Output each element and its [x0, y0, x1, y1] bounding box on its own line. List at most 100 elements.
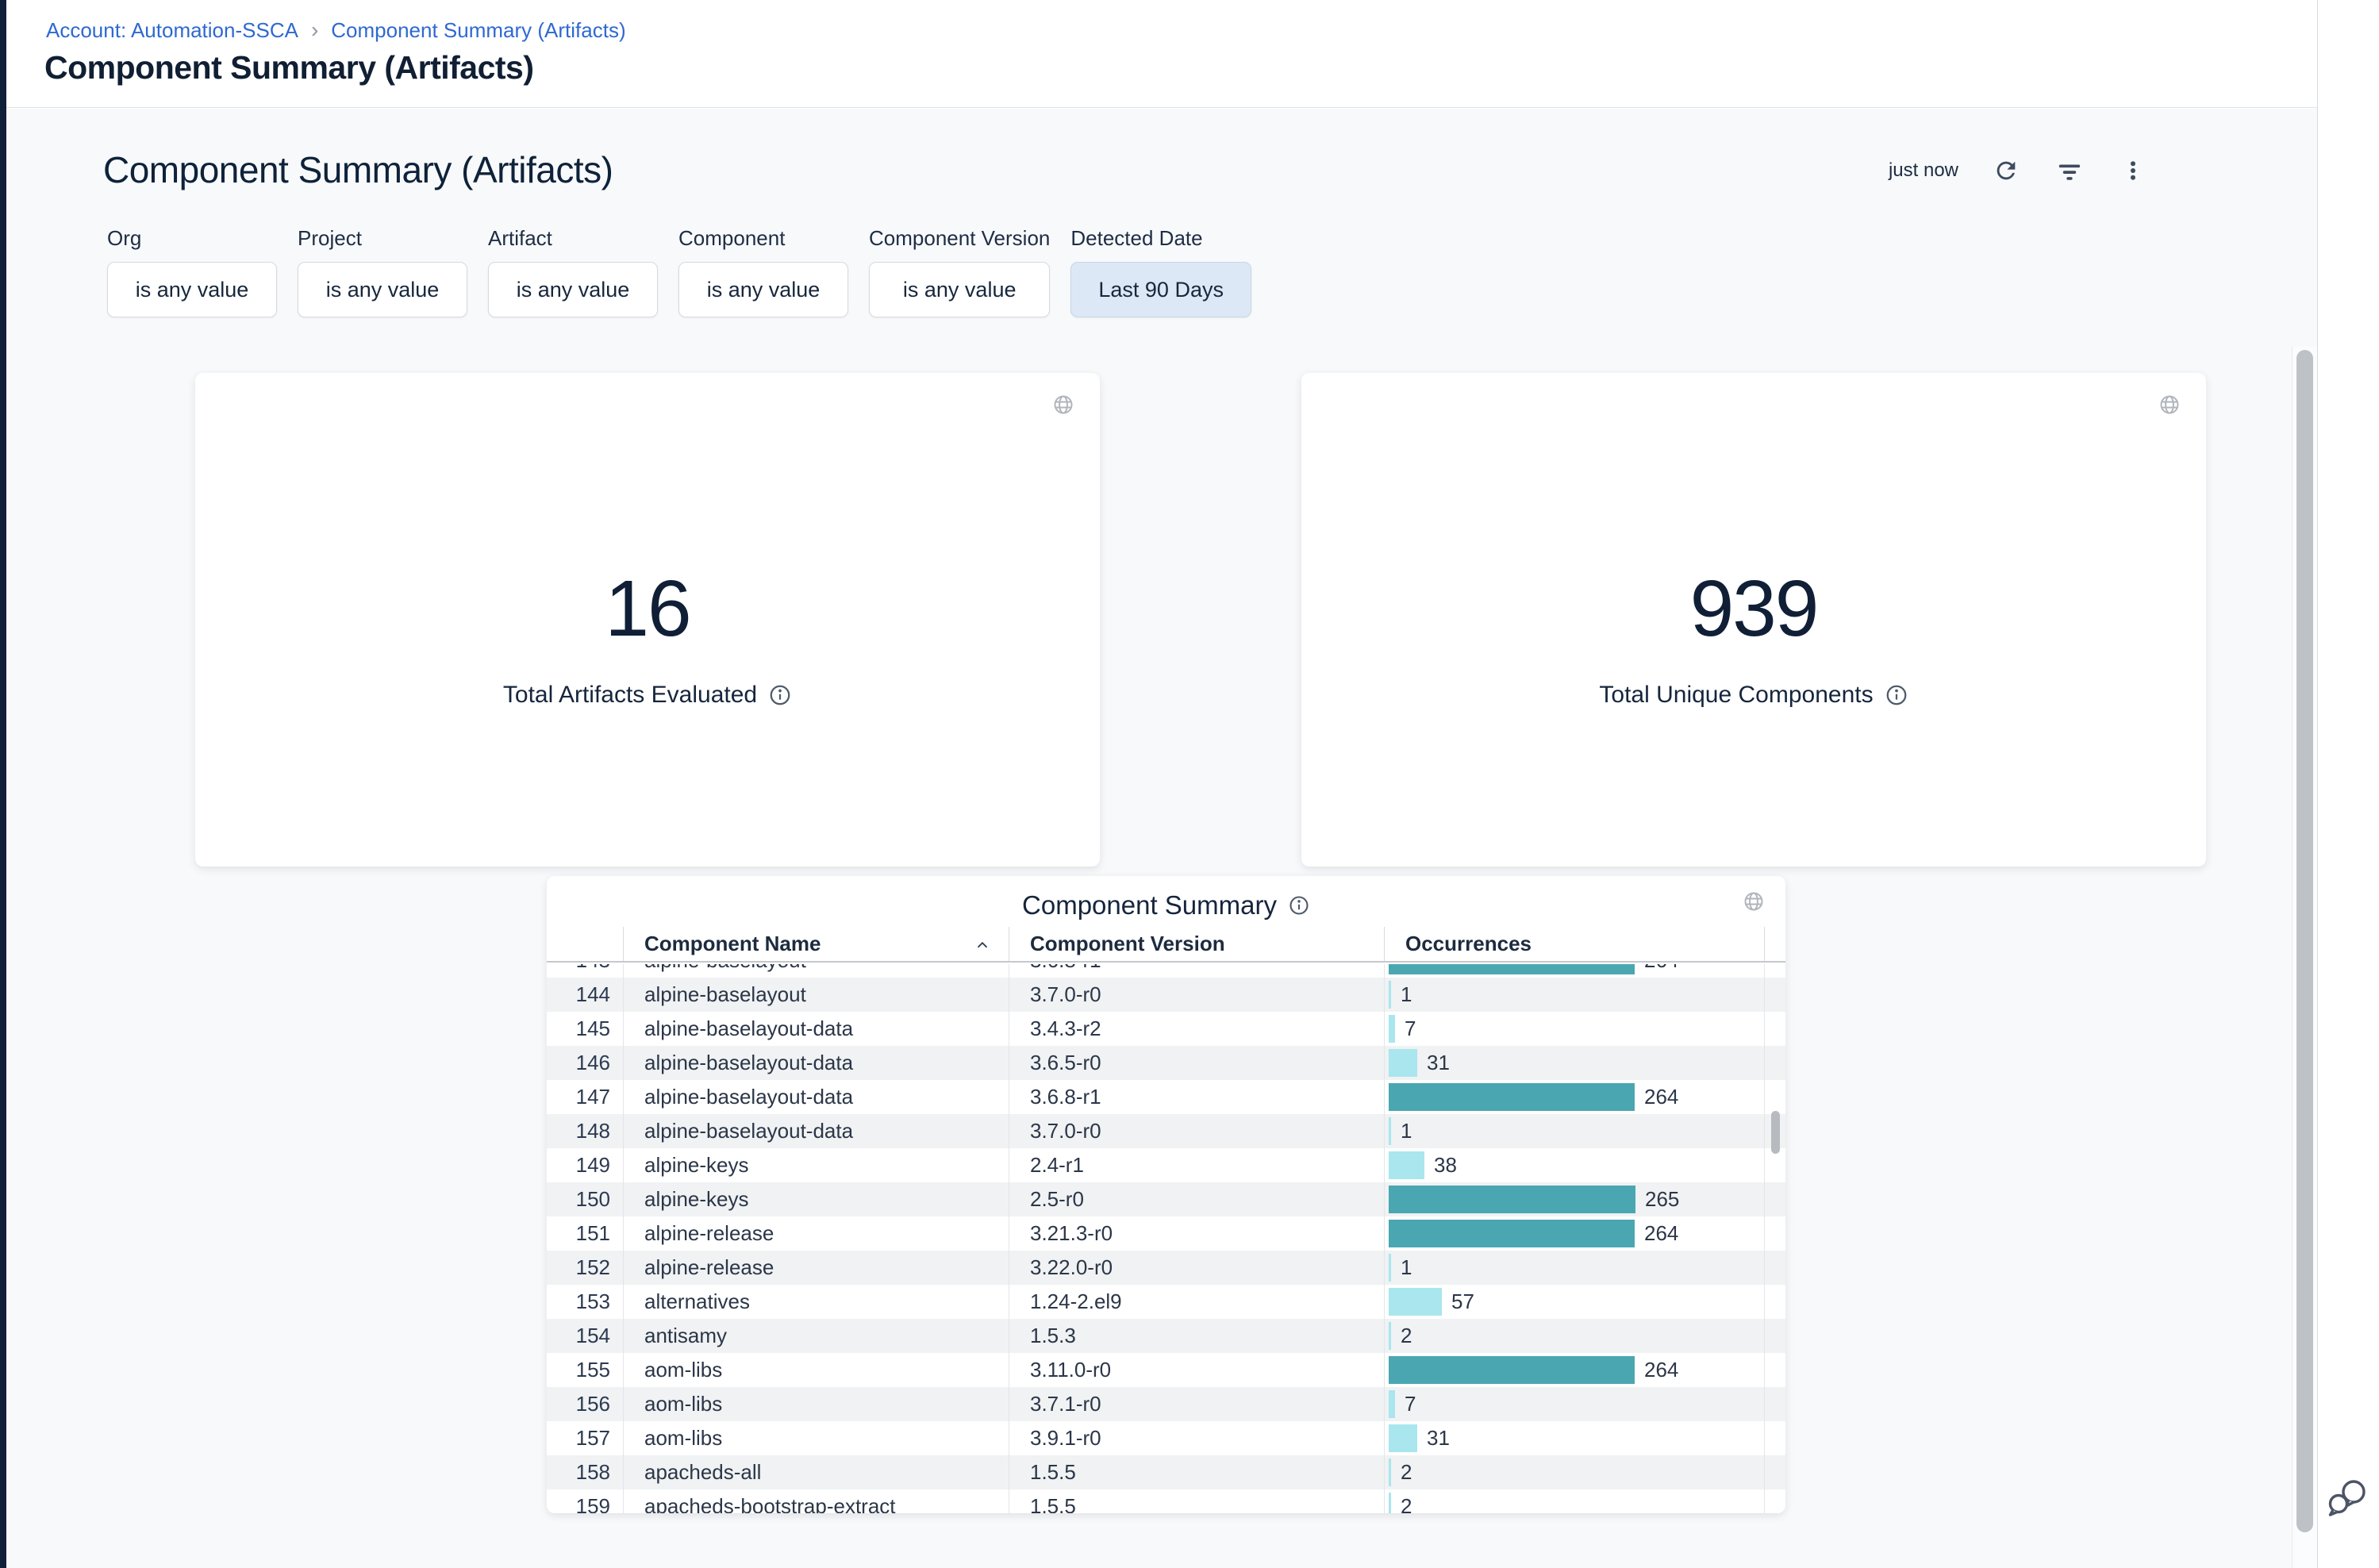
row-number-cell: 146 — [547, 1046, 623, 1080]
info-icon[interactable] — [1885, 683, 1908, 707]
total-artifacts-label: Total Artifacts Evaluated — [503, 682, 757, 709]
component-version-cell: 2.5-r0 — [1009, 1182, 1384, 1216]
component-name-cell: aom-libs — [623, 1353, 1009, 1387]
page-scrollbar-track — [2292, 347, 2317, 1568]
occurrence-value: 264 — [1644, 964, 1678, 973]
occurrence-value: 7 — [1405, 1392, 1416, 1416]
table-row[interactable]: 148 alpine-baselayout-data 3.7.0-r0 1 — [547, 1114, 1785, 1148]
table-title: Component Summary — [1022, 890, 1277, 920]
filter-group: Component is any value — [678, 226, 848, 317]
component-name-cell: alternatives — [623, 1285, 1009, 1319]
table-row[interactable]: 146 alpine-baselayout-data 3.6.5-r0 31 — [547, 1046, 1785, 1080]
occurrence-value: 2 — [1401, 1494, 1412, 1513]
breadcrumb-page-link[interactable]: Component Summary (Artifacts) — [331, 18, 625, 43]
component-name-cell: alpine-release — [623, 1251, 1009, 1285]
table-row[interactable]: 152 alpine-release 3.22.0-r0 1 — [547, 1251, 1785, 1285]
filter-value-button[interactable]: is any value — [488, 262, 658, 317]
stat-card-unique-components: 939 Total Unique Components — [1301, 373, 2206, 867]
component-name-cell: aom-libs — [623, 1387, 1009, 1421]
breadcrumb-separator-icon: › — [311, 17, 318, 43]
occurrences-cell: 31 — [1384, 1046, 1765, 1080]
filter-group: Component Version is any value — [869, 226, 1050, 317]
filter-value-button[interactable]: Last 90 Days — [1070, 262, 1251, 317]
table-row[interactable]: 149 alpine-keys 2.4-r1 38 — [547, 1148, 1785, 1182]
filter-value-button[interactable]: is any value — [107, 262, 277, 317]
table-row[interactable]: 159 apacheds-bootstrap-extract 1.5.5 2 — [547, 1489, 1785, 1513]
occurrences-cell: 264 — [1384, 964, 1765, 978]
occurrence-bar — [1389, 964, 1635, 974]
dashboard-menu-button[interactable] — [2117, 155, 2149, 186]
table-row[interactable]: 154 antisamy 1.5.3 2 — [547, 1319, 1785, 1353]
table-row[interactable]: 144 alpine-baselayout 3.7.0-r0 1 — [547, 978, 1785, 1012]
info-icon[interactable] — [768, 683, 792, 707]
breadcrumb-account-link[interactable]: Account: Automation-SSCA — [46, 18, 298, 43]
filter-value-button[interactable]: is any value — [298, 262, 467, 317]
row-number-cell: 159 — [547, 1489, 623, 1513]
page-scrollbar-thumb[interactable] — [2296, 350, 2313, 1532]
filter-label: Component — [678, 226, 848, 251]
table-row[interactable]: 157 aom-libs 3.9.1-r0 31 — [547, 1421, 1785, 1455]
table-row[interactable]: 153 alternatives 1.24-2.el9 57 — [547, 1285, 1785, 1319]
filter-label: Project — [298, 226, 467, 251]
refresh-button[interactable] — [1990, 155, 2022, 186]
page-title: Component Summary (Artifacts) — [44, 49, 534, 86]
column-header-component-name[interactable]: Component Name — [623, 927, 1009, 961]
top-header-bar: Account: Automation-SSCA › Component Sum… — [6, 0, 2317, 108]
component-name-cell: alpine-keys — [623, 1182, 1009, 1216]
column-header-occurrences[interactable]: Occurrences — [1384, 927, 1765, 961]
row-number-cell: 144 — [547, 978, 623, 1012]
filter-label: Detected Date — [1070, 226, 1251, 251]
unique-components-value: 939 — [1690, 563, 1818, 655]
occurrence-bar — [1389, 1117, 1391, 1145]
filter-bar: Org is any value Project is any value Ar… — [107, 226, 1251, 317]
column-header-component-version[interactable]: Component Version — [1009, 927, 1384, 961]
table-scrollbar-thumb[interactable] — [1771, 1111, 1780, 1154]
component-name-cell: alpine-baselayout-data — [623, 1114, 1009, 1148]
collapsed-sidebar — [0, 0, 6, 1568]
occurrence-value: 57 — [1451, 1289, 1474, 1314]
component-version-cell: 3.9.1-r0 — [1009, 1421, 1384, 1455]
component-version-cell: 3.7.0-r0 — [1009, 1114, 1384, 1148]
table-row[interactable]: 145 alpine-baselayout-data 3.4.3-r2 7 — [547, 1012, 1785, 1046]
component-name-cell: alpine-baselayout — [623, 964, 1009, 978]
row-number-cell: 147 — [547, 1080, 623, 1114]
row-number-cell: 154 — [547, 1319, 623, 1353]
table-row[interactable]: 143 alpine-baselayout 3.6.8-r1 264 — [547, 964, 1785, 978]
chevron-up-icon — [974, 936, 991, 954]
occurrence-value: 1 — [1401, 982, 1412, 1007]
filter-label: Org — [107, 226, 277, 251]
component-summary-table-card: Component Summary Component Name Compone… — [547, 876, 1785, 1513]
table-row[interactable]: 155 aom-libs 3.11.0-r0 264 — [547, 1353, 1785, 1387]
row-number-cell: 149 — [547, 1148, 623, 1182]
occurrences-cell: 31 — [1384, 1421, 1765, 1455]
table-row[interactable]: 158 apacheds-all 1.5.5 2 — [547, 1455, 1785, 1489]
component-version-cell: 2.4-r1 — [1009, 1148, 1384, 1182]
filter-value-button[interactable]: is any value — [869, 262, 1050, 317]
component-name-cell: alpine-baselayout-data — [623, 1046, 1009, 1080]
dashboard-filters-button[interactable] — [2054, 155, 2085, 186]
table-row[interactable]: 151 alpine-release 3.21.3-r0 264 — [547, 1216, 1785, 1251]
dashboard-content: Component Summary (Artifacts) just now O… — [6, 109, 2317, 1568]
occurrences-cell: 264 — [1384, 1216, 1765, 1251]
table-row[interactable]: 150 alpine-keys 2.5-r0 265 — [547, 1182, 1785, 1216]
chat-support-button[interactable] — [2325, 1474, 2373, 1522]
component-version-cell: 3.22.0-r0 — [1009, 1251, 1384, 1285]
row-number-cell: 148 — [547, 1114, 623, 1148]
table-row[interactable]: 147 alpine-baselayout-data 3.6.8-r1 264 — [547, 1080, 1785, 1114]
occurrence-bar — [1389, 981, 1391, 1009]
component-version-cell: 3.11.0-r0 — [1009, 1353, 1384, 1387]
filter-value-button[interactable]: is any value — [678, 262, 848, 317]
occurrences-cell: 264 — [1384, 1353, 1765, 1387]
occurrence-bar — [1389, 1493, 1391, 1513]
last-refreshed-text: just now — [1889, 159, 1958, 182]
occurrence-bar — [1389, 1015, 1395, 1043]
occurrences-cell: 264 — [1384, 1080, 1765, 1114]
occurrence-bar — [1389, 1390, 1395, 1418]
kebab-menu-icon — [2121, 157, 2145, 184]
info-icon[interactable] — [1288, 894, 1310, 917]
table-row[interactable]: 156 aom-libs 3.7.1-r0 7 — [547, 1387, 1785, 1421]
occurrence-bar — [1389, 1049, 1417, 1077]
occurrence-bar — [1389, 1186, 1635, 1213]
filter-group: Detected Date Last 90 Days — [1070, 226, 1251, 317]
filter-icon — [2056, 157, 2083, 184]
